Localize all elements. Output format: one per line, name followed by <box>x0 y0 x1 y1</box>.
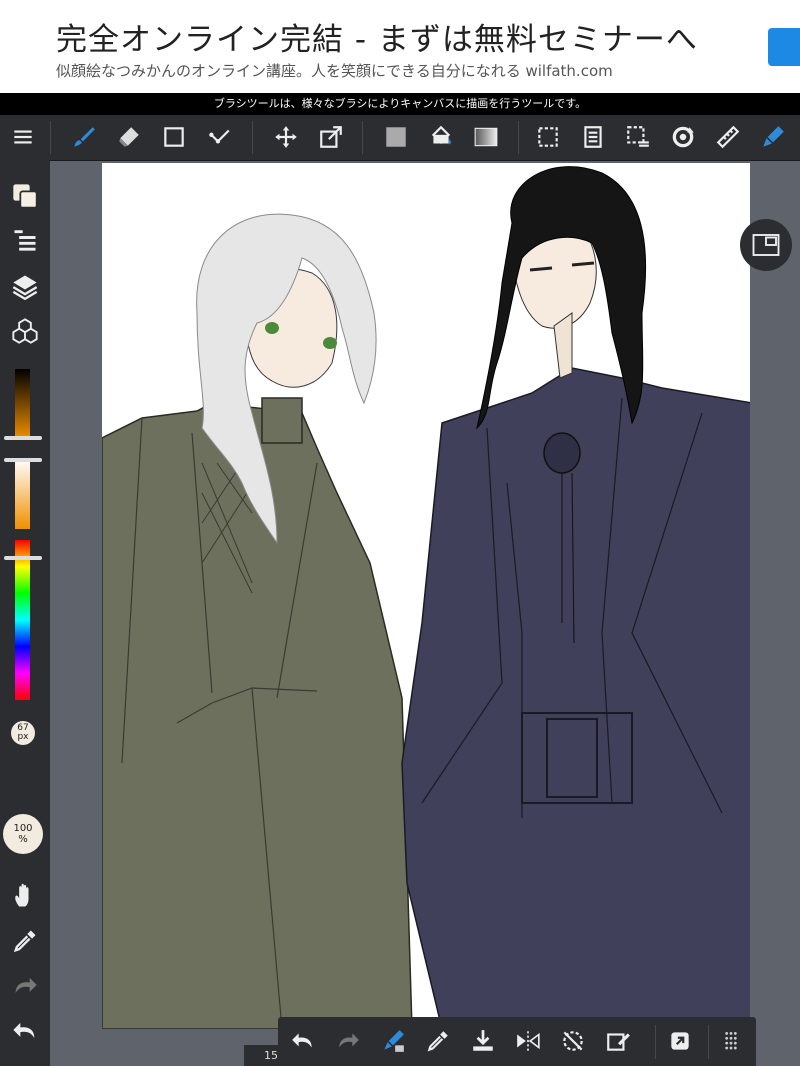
share-icon[interactable] <box>660 1021 700 1061</box>
opacity-indicator[interactable]: 100 % <box>3 814 43 854</box>
text-layer-icon[interactable] <box>573 117 613 157</box>
layer-list-icon[interactable] <box>5 221 45 261</box>
hue-slider[interactable] <box>15 540 30 700</box>
move-tool-icon[interactable] <box>266 117 306 157</box>
hue-slider-handle[interactable] <box>4 556 42 560</box>
redo-side-icon[interactable] <box>5 966 45 1006</box>
ad-open-button[interactable] <box>768 28 800 66</box>
tool-tooltip: ブラシツールは、様々なブラシによりキャンバスに描画を行うツールです。 <box>0 93 800 115</box>
eraser-tool-icon[interactable] <box>109 117 149 157</box>
ad-banner[interactable]: 完全オンライン完結 - まずは無料セミナーへ 似顔絵なつみかんのオンライン講座。… <box>0 0 800 93</box>
brush-eraser-toggle-icon[interactable] <box>373 1021 413 1061</box>
save-download-icon[interactable] <box>463 1021 503 1061</box>
left-sidebar: 67 px 100 % <box>0 160 50 1066</box>
flip-horizontal-icon[interactable] <box>508 1021 548 1061</box>
materials-icon[interactable] <box>5 311 45 351</box>
navigator-icon <box>752 234 780 256</box>
color-swatch-icon[interactable] <box>5 176 45 216</box>
rotate-reset-icon[interactable] <box>553 1021 593 1061</box>
illustration <box>102 166 750 1029</box>
pen-settings-icon[interactable] <box>753 117 793 157</box>
bucket-tool-icon[interactable] <box>421 117 461 157</box>
edit-tool-icon[interactable] <box>199 117 239 157</box>
ruler-icon[interactable] <box>708 117 748 157</box>
ad-subtitle[interactable]: 似顔絵なつみかんのオンライン講座。人を笑顔にできる自分になれる wilfath.… <box>56 60 613 81</box>
undo-icon[interactable] <box>283 1021 323 1061</box>
select-tool-icon[interactable] <box>528 117 568 157</box>
eyedropper-bottom-icon[interactable] <box>418 1021 458 1061</box>
more-grid-icon[interactable] <box>711 1021 751 1061</box>
navigator-button[interactable] <box>740 219 792 271</box>
brush-tool-icon[interactable] <box>64 117 104 157</box>
rotate-view-icon[interactable] <box>663 117 703 157</box>
gradient-tool-icon[interactable] <box>466 117 506 157</box>
bottom-toolbar <box>278 1017 756 1066</box>
redo-icon[interactable] <box>328 1021 368 1061</box>
hand-tool-icon[interactable] <box>5 876 45 916</box>
eyedropper-icon[interactable] <box>5 921 45 961</box>
select-menu-icon[interactable] <box>618 117 658 157</box>
brush-size-indicator[interactable]: 67 px <box>11 721 35 745</box>
value-slider-handle[interactable] <box>4 436 42 440</box>
value-slider[interactable] <box>15 369 30 439</box>
ad-title[interactable]: 完全オンライン完結 - まずは無料セミナーへ <box>56 14 698 59</box>
drawing-canvas[interactable] <box>102 163 750 1029</box>
fill-color-icon[interactable] <box>376 117 416 157</box>
layers-icon[interactable] <box>5 266 45 306</box>
top-toolbar <box>0 115 800 161</box>
clear-layer-icon[interactable] <box>598 1021 638 1061</box>
shape-tool-icon[interactable] <box>154 117 194 157</box>
page-indicator: 15 <box>244 1045 280 1066</box>
saturation-slider[interactable] <box>15 459 30 529</box>
saturation-slider-handle[interactable] <box>4 458 42 462</box>
menu-icon[interactable] <box>3 117 43 157</box>
transform-tool-icon[interactable] <box>311 117 351 157</box>
undo-side-icon[interactable] <box>5 1011 45 1051</box>
